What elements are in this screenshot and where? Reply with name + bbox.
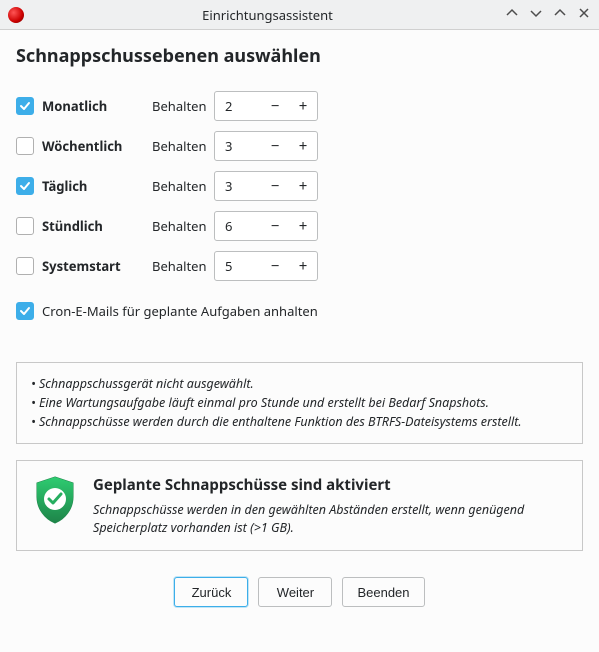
increment-button[interactable]: +: [289, 172, 317, 200]
keep-spinbox-hourly[interactable]: 6−+: [214, 211, 318, 241]
minimize-icon[interactable]: [529, 7, 543, 22]
increment-button[interactable]: +: [289, 132, 317, 160]
keep-label: Behalten: [152, 137, 214, 155]
info-line: • Schnappschussgerät nicht ausgewählt.: [31, 375, 568, 394]
window-title: Einrichtungsassistent: [30, 6, 505, 24]
level-label-boot: Systemstart: [42, 257, 152, 275]
decrement-button[interactable]: −: [261, 132, 289, 160]
info-box: • Schnappschussgerät nicht ausgewählt. •…: [16, 362, 583, 444]
decrement-button[interactable]: −: [261, 252, 289, 280]
keep-value: 3: [215, 177, 261, 195]
decrement-button[interactable]: −: [261, 212, 289, 240]
keep-spinbox-daily[interactable]: 3−+: [214, 171, 318, 201]
quit-button[interactable]: Beenden: [342, 577, 424, 607]
level-label-daily: Täglich: [42, 177, 152, 195]
status-text: Geplante Schnappschüsse sind aktiviert S…: [93, 475, 566, 536]
back-button[interactable]: Zurück: [174, 577, 248, 607]
level-checkbox-daily[interactable]: [16, 177, 34, 195]
close-icon[interactable]: [577, 7, 591, 22]
keep-spinbox-monthly[interactable]: 2−+: [214, 91, 318, 121]
cron-checkbox[interactable]: [16, 302, 34, 320]
footer-buttons: Zurück Weiter Beenden: [16, 577, 583, 607]
status-box: Geplante Schnappschüsse sind aktiviert S…: [16, 460, 583, 551]
decrement-button[interactable]: −: [261, 92, 289, 120]
level-checkbox-weekly[interactable]: [16, 137, 34, 155]
keep-label: Behalten: [152, 217, 214, 235]
main-content: Schnappschussebenen auswählen MonatlichB…: [0, 30, 599, 617]
level-row-hourly: StündlichBehalten6−+: [16, 206, 583, 246]
level-label-weekly: Wöchentlich: [42, 137, 152, 155]
titlebar: Einrichtungsassistent: [0, 0, 599, 30]
increment-button[interactable]: +: [289, 92, 317, 120]
status-title: Geplante Schnappschüsse sind aktiviert: [93, 475, 566, 495]
level-row-boot: SystemstartBehalten5−+: [16, 246, 583, 286]
level-label-monthly: Monatlich: [42, 97, 152, 115]
info-line: • Schnappschüsse werden durch die enthal…: [31, 413, 568, 432]
increment-button[interactable]: +: [289, 252, 317, 280]
increment-button[interactable]: +: [289, 212, 317, 240]
keep-label: Behalten: [152, 97, 214, 115]
app-icon: [8, 7, 24, 23]
next-button[interactable]: Weiter: [258, 577, 332, 607]
decrement-button[interactable]: −: [261, 172, 289, 200]
level-checkbox-monthly[interactable]: [16, 97, 34, 115]
level-label-hourly: Stündlich: [42, 217, 152, 235]
level-checkbox-boot[interactable]: [16, 257, 34, 275]
keep-value: 6: [215, 217, 261, 235]
level-checkbox-hourly[interactable]: [16, 217, 34, 235]
level-row-monthly: MonatlichBehalten2−+: [16, 86, 583, 126]
shield-check-icon: [33, 475, 77, 525]
page-title: Schnappschussebenen auswählen: [16, 44, 583, 68]
level-row-daily: TäglichBehalten3−+: [16, 166, 583, 206]
keep-spinbox-weekly[interactable]: 3−+: [214, 131, 318, 161]
keep-value: 2: [215, 97, 261, 115]
keep-label: Behalten: [152, 177, 214, 195]
cron-row: Cron-E-Mails für geplante Aufgaben anhal…: [16, 302, 583, 320]
keep-value: 3: [215, 137, 261, 155]
level-row-weekly: WöchentlichBehalten3−+: [16, 126, 583, 166]
status-description: Schnappschüsse werden in den gewählten A…: [93, 501, 566, 536]
maximize-icon[interactable]: [553, 7, 567, 22]
cron-label: Cron-E-Mails für geplante Aufgaben anhal…: [42, 302, 318, 320]
info-line: • Eine Wartungsaufgabe läuft einmal pro …: [31, 394, 568, 413]
keep-spinbox-boot[interactable]: 5−+: [214, 251, 318, 281]
keep-label: Behalten: [152, 257, 214, 275]
window-controls: [505, 7, 591, 22]
keep-value: 5: [215, 257, 261, 275]
keep-above-icon[interactable]: [505, 7, 519, 22]
